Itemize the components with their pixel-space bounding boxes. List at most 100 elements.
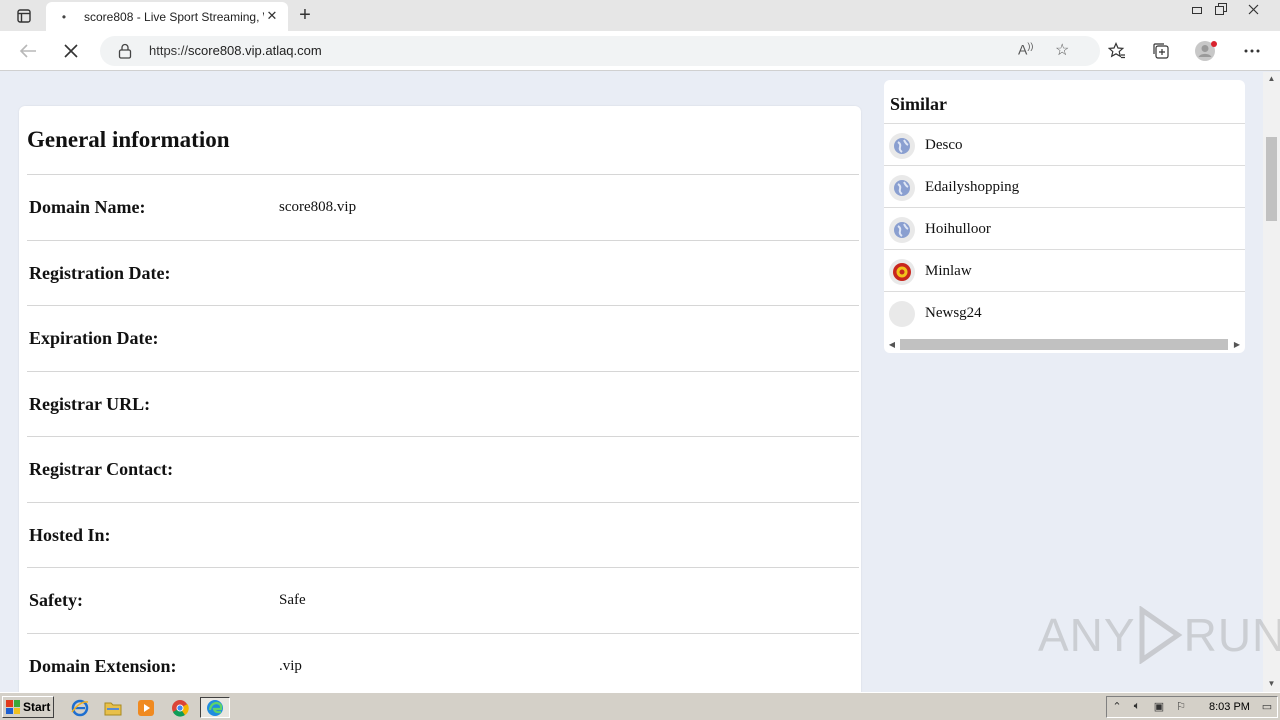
browser-titlebar: • score808 - Live Sport Streaming, W ✕ + — [0, 0, 1280, 31]
add-favorite-icon[interactable]: ☆ — [1055, 40, 1069, 60]
page-scrollbar[interactable]: ▲ ▼ — [1263, 72, 1280, 692]
start-label: Start — [23, 700, 51, 714]
list-item[interactable]: Newsg24 — [884, 291, 1245, 333]
row-value: .vip — [279, 657, 302, 674]
edge-taskbar-button[interactable] — [200, 697, 230, 718]
page-title: General information — [27, 127, 230, 152]
clock[interactable]: 8:03 PM — [1209, 701, 1250, 713]
windows-flag-icon — [6, 700, 20, 714]
close-icon — [1248, 4, 1258, 14]
chrome-icon — [172, 699, 189, 717]
show-desktop-icon[interactable]: ▭ — [1259, 700, 1275, 714]
scroll-up-icon[interactable]: ▲ — [1263, 72, 1280, 86]
new-tab-button[interactable]: + — [294, 4, 316, 26]
minimize-button[interactable] — [1184, 0, 1210, 18]
restore-button[interactable] — [1208, 0, 1234, 18]
ie-icon — [71, 699, 89, 716]
similar-name: Desco — [925, 137, 963, 153]
network-icon[interactable]: ▣ — [1151, 700, 1167, 714]
row-label: Registrar URL: — [29, 393, 151, 414]
lock-icon — [118, 43, 132, 59]
tab-close-icon[interactable]: ✕ — [264, 8, 280, 24]
row-label: Expiration Date: — [29, 328, 159, 348]
stop-loading-button[interactable] — [58, 39, 84, 63]
taskbar: Start ⌃ 🔈︎ ▣ ⚐ 8:03 PM ▭ — [0, 692, 1280, 720]
ie-taskbar-button[interactable] — [68, 697, 92, 718]
scroll-right-icon[interactable]: ▶ — [1231, 338, 1243, 351]
row-label: Registration Date: — [29, 262, 171, 283]
minimize-icon — [1192, 7, 1202, 14]
edge-icon — [207, 699, 223, 716]
similar-name: Minlaw — [925, 263, 972, 279]
similar-name: Hoihulloor — [925, 221, 991, 237]
similar-heading: Similar — [890, 94, 947, 114]
favorites-icon — [1108, 42, 1125, 59]
more-dots-icon — [1244, 49, 1260, 53]
anyrun-watermark: ANY RUN — [1038, 606, 1280, 664]
list-item[interactable]: Desco — [884, 123, 1245, 165]
general-info-card: General information Domain Name: score808… — [19, 106, 861, 706]
arrow-left-icon — [19, 44, 36, 58]
globe-icon — [889, 217, 915, 243]
loading-dot-icon: • — [61, 9, 67, 24]
scrollbar-thumb[interactable] — [900, 339, 1228, 350]
restore-icon — [1215, 3, 1227, 15]
watermark-left: ANY — [1038, 609, 1136, 661]
tray-expand-icon[interactable]: ⌃ — [1109, 700, 1125, 714]
table-row: Registrar Contact: — [27, 436, 859, 502]
start-button[interactable]: Start — [2, 696, 54, 718]
similar-list: Desco Edailyshopping Hoihulloor Minlaw N… — [884, 123, 1245, 333]
collections-icon — [1153, 43, 1169, 59]
tab-title: score808 - Live Sport Streaming, W — [84, 9, 264, 24]
row-label: Domain Name: — [29, 197, 146, 217]
media-player-taskbar-button[interactable] — [134, 697, 158, 718]
browser-tab-active[interactable]: • score808 - Live Sport Streaming, W ✕ — [46, 2, 288, 31]
url-text[interactable]: https://score808.vip.atlaq.com — [149, 43, 322, 58]
system-tray: ⌃ 🔈︎ ▣ ⚐ 8:03 PM ▭ — [1106, 696, 1278, 718]
read-aloud-icon[interactable]: A)) — [1018, 41, 1033, 58]
blank-icon — [889, 301, 915, 327]
chrome-taskbar-button[interactable] — [168, 697, 192, 718]
row-value: score808.vip — [279, 199, 357, 215]
action-center-flag-icon[interactable]: ⚐ — [1173, 700, 1189, 714]
profile-button[interactable] — [1193, 39, 1219, 63]
media-player-icon — [138, 699, 154, 716]
list-item[interactable]: Edailyshopping — [884, 165, 1245, 207]
play-logo-icon — [1139, 606, 1182, 664]
scroll-down-icon[interactable]: ▼ — [1263, 677, 1280, 691]
explorer-taskbar-button[interactable] — [101, 697, 125, 718]
favorites-button[interactable] — [1104, 39, 1130, 63]
folder-icon — [104, 702, 122, 715]
table-row: Registrar URL: — [27, 370, 859, 437]
volume-icon[interactable]: 🔈︎ — [1129, 700, 1145, 714]
row-label: Hosted In: — [29, 524, 111, 545]
row-label: Safety: — [29, 590, 83, 610]
list-item[interactable]: Hoihulloor — [884, 207, 1245, 249]
avatar — [1195, 41, 1217, 61]
collections-button[interactable] — [1148, 39, 1174, 63]
back-button[interactable] — [15, 39, 41, 63]
tab-actions-button[interactable] — [8, 6, 40, 26]
table-row: Domain Name: score808.vip — [27, 174, 859, 240]
row-label: Registrar Contact: — [29, 459, 174, 479]
similar-name: Edailyshopping — [925, 179, 1020, 195]
tab-actions-icon — [17, 9, 31, 23]
url-host: score808.vip.atlaq.com — [188, 43, 322, 58]
globe-icon — [889, 175, 915, 201]
watermark-right: RUN — [1183, 609, 1280, 661]
row-label: Domain Extension: — [29, 655, 177, 676]
similar-name: Newsg24 — [925, 305, 982, 321]
crest-icon — [889, 259, 915, 285]
scroll-left-icon[interactable]: ◀ — [886, 338, 898, 351]
horizontal-scrollbar[interactable]: ◀ ▶ — [886, 338, 1243, 351]
close-window-button[interactable] — [1240, 0, 1266, 18]
address-bar[interactable]: https://score808.vip.atlaq.com A)) ☆ — [100, 36, 1100, 66]
list-item[interactable]: Minlaw — [884, 249, 1245, 291]
table-row: Safety: Safe — [27, 567, 859, 633]
close-icon — [64, 44, 78, 58]
table-row: Expiration Date: — [27, 305, 859, 371]
row-value: Safe — [279, 592, 306, 608]
settings-menu-button[interactable] — [1239, 39, 1265, 63]
scrollbar-thumb[interactable] — [1266, 137, 1277, 221]
info-table: Domain Name: score808.vip Registration Da… — [27, 174, 859, 698]
